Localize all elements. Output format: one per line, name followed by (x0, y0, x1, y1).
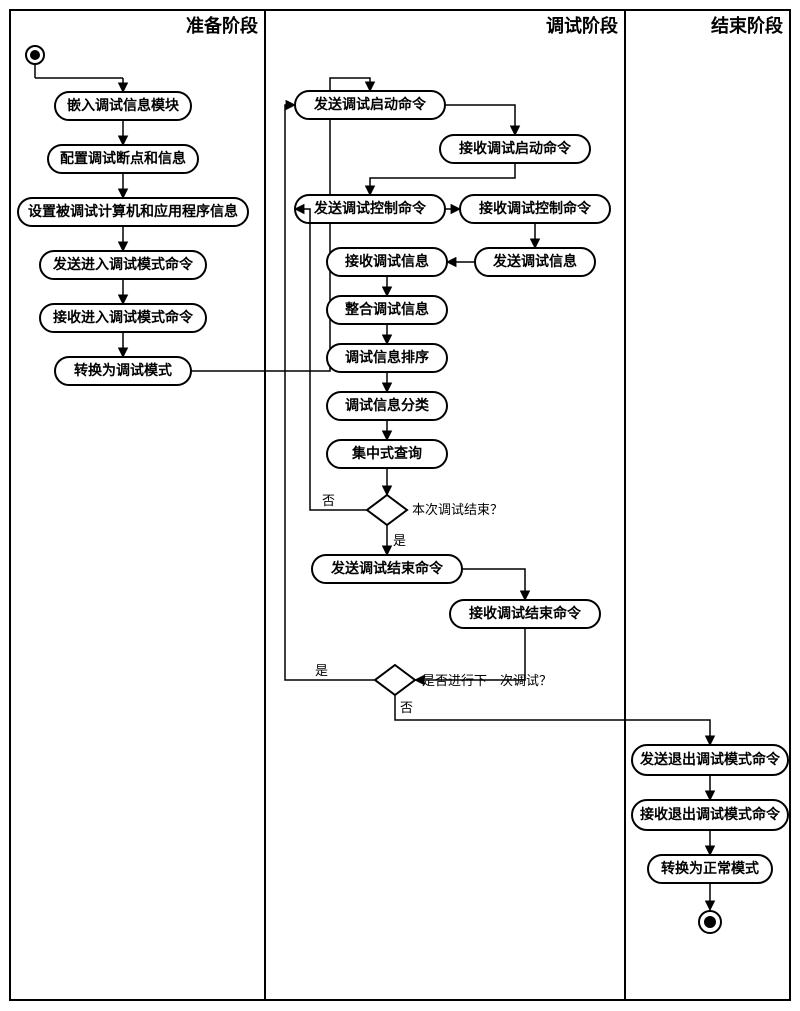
node-debug-d7: 整合调试信息 (327, 296, 447, 324)
node-debug-d1: 发送调试启动命令 (295, 91, 445, 119)
node-prepare-n4: 发送进入调试模式命令 (40, 251, 206, 279)
svg-text:发送调试控制命令: 发送调试控制命令 (313, 200, 427, 217)
node-debug-d5: 发送调试信息 (475, 248, 595, 276)
initial-node (26, 46, 44, 64)
svg-text:转换为正常模式: 转换为正常模式 (661, 860, 759, 877)
svg-text:设置被调试计算机和应用程序信息: 设置被调试计算机和应用程序信息 (28, 203, 238, 220)
svg-text:接收调试信息: 接收调试信息 (345, 253, 429, 270)
decision-2-label: 是否进行下一次调试？ (422, 673, 552, 688)
svg-text:发送调试结束命令: 发送调试结束命令 (330, 560, 444, 577)
node-prepare-n3: 设置被调试计算机和应用程序信息 (18, 198, 248, 226)
svg-text:转换为调试模式: 转换为调试模式 (74, 362, 172, 379)
svg-text:接收退出调试模式命令: 接收退出调试模式命令 (640, 806, 781, 823)
lane-title-end: 结束阶段 (711, 15, 784, 36)
lane-title-debug: 调试阶段 (546, 15, 619, 36)
svg-text:调试信息排序: 调试信息排序 (345, 349, 429, 366)
node-debug-d10: 集中式查询 (327, 440, 447, 468)
decision-1-label: 本次调试结束？ (412, 502, 503, 517)
final-node (699, 911, 721, 933)
decision-2 (375, 665, 415, 695)
node-end-e2: 接收退出调试模式命令 (632, 800, 788, 830)
dec2-no: 否 (400, 700, 413, 715)
svg-text:发送调试信息: 发送调试信息 (492, 253, 577, 270)
svg-text:发送进入调试模式命令: 发送进入调试模式命令 (52, 256, 194, 273)
svg-text:配置调试断点和信息: 配置调试断点和信息 (60, 150, 186, 167)
node-debug-d12: 接收调试结束命令 (450, 600, 600, 628)
svg-text:整合调试信息: 整合调试信息 (344, 301, 429, 318)
dec2-yes: 是 (315, 663, 328, 678)
dec1-yes: 是 (393, 533, 406, 548)
node-debug-d8: 调试信息排序 (327, 344, 447, 372)
node-debug-d9: 调试信息分类 (327, 392, 447, 420)
node-end-e3: 转换为正常模式 (648, 855, 772, 883)
svg-text:接收调试结束命令: 接收调试结束命令 (469, 605, 582, 622)
lane-title-prepare: 准备阶段 (186, 15, 259, 36)
node-prepare-n6: 转换为调试模式 (55, 357, 191, 385)
node-prepare-n1: 嵌入调试信息模块 (55, 92, 191, 120)
node-debug-d6: 接收调试信息 (327, 248, 447, 276)
node-prepare-n5: 接收进入调试模式命令 (40, 304, 206, 332)
svg-text:嵌入调试信息模块: 嵌入调试信息模块 (67, 97, 180, 114)
node-prepare-n2: 配置调试断点和信息 (48, 145, 198, 173)
svg-text:接收调试启动命令: 接收调试启动命令 (459, 140, 572, 157)
node-debug-d2: 接收调试启动命令 (440, 135, 590, 163)
svg-text:发送退出调试模式命令: 发送退出调试模式命令 (639, 751, 781, 768)
svg-text:集中式查询: 集中式查询 (351, 445, 422, 462)
node-end-e1: 发送退出调试模式命令 (632, 745, 788, 775)
node-debug-d3: 发送调试控制命令 (295, 195, 445, 223)
decision-1 (367, 495, 407, 525)
node-debug-d11: 发送调试结束命令 (312, 555, 462, 583)
svg-text:接收调试控制命令: 接收调试控制命令 (479, 200, 592, 217)
svg-text:调试信息分类: 调试信息分类 (345, 397, 430, 414)
node-debug-d4: 接收调试控制命令 (460, 195, 610, 223)
activity-diagram: 准备阶段 调试阶段 结束阶段 嵌入调试信息模块 配置调试断点和信息 设置被调试计… (0, 0, 800, 1011)
svg-text:发送调试启动命令: 发送调试启动命令 (313, 96, 427, 113)
svg-text:接收进入调试模式命令: 接收进入调试模式命令 (53, 309, 194, 326)
dec1-no: 否 (322, 493, 335, 508)
